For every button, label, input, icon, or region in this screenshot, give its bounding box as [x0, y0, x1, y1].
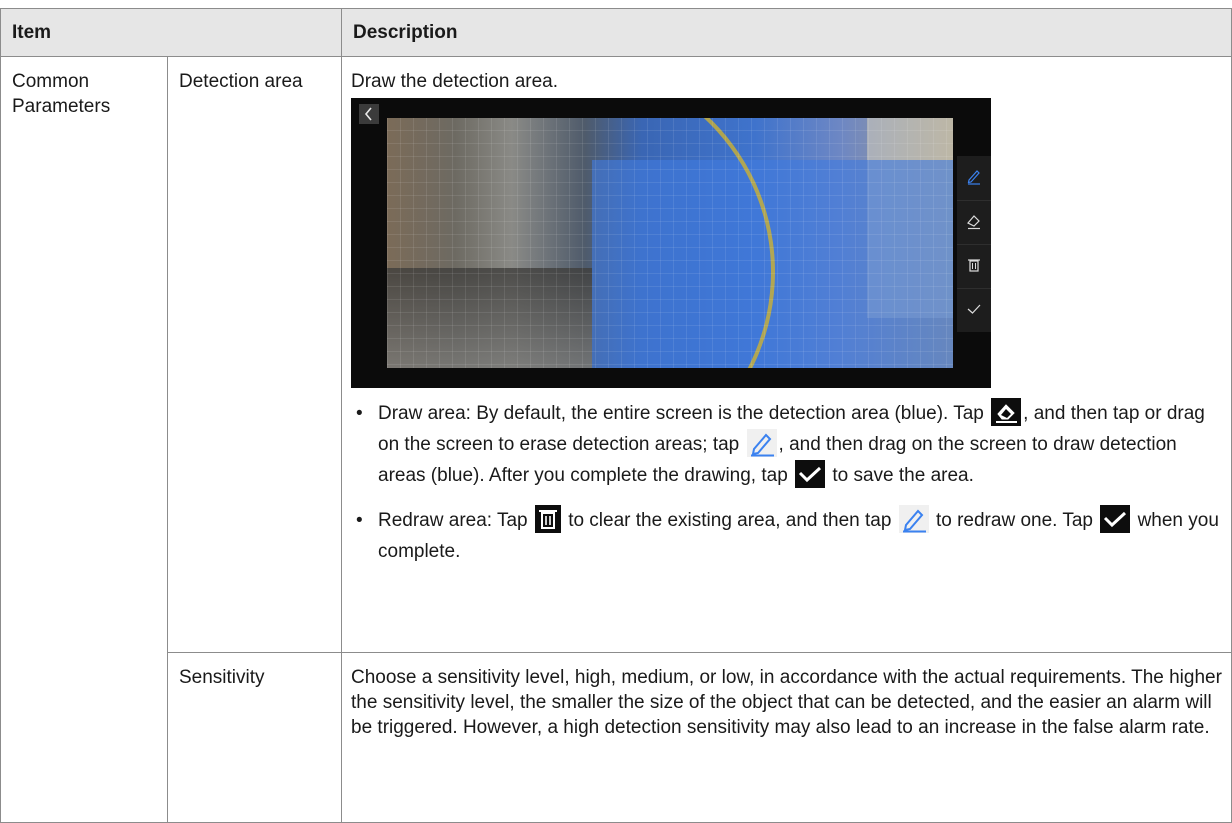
sub-item-cell: Sensitivity	[167, 652, 342, 823]
sub-item-cell: Detection area	[167, 56, 342, 653]
pen-icon	[957, 156, 991, 196]
detection-area-intro: Draw the detection area.	[351, 71, 559, 92]
trash-icon	[534, 505, 561, 533]
detection-area-bullets: • Draw area: By default, the entire scre…	[351, 398, 1223, 567]
detection-area-screenshot	[351, 98, 991, 388]
drawing-toolbar	[957, 156, 991, 332]
sub-item-detection-area: Detection area	[179, 71, 303, 92]
table-row: Sensitivity Choose a sensitivity level, …	[1, 652, 1232, 823]
description-cell: Draw the detection area. • Draw area: By…	[341, 56, 1232, 653]
list-item: • Draw area: By default, the entire scre…	[351, 398, 1223, 491]
sensitivity-description: Choose a sensitivity level, high, medium…	[351, 667, 1222, 738]
description-cell: Choose a sensitivity level, high, medium…	[341, 652, 1232, 823]
list-item: • Redraw area: Tap to clear the existing…	[351, 505, 1223, 567]
trash-icon	[957, 244, 991, 285]
group-cell: Common Parameters	[0, 56, 168, 823]
checkmark-icon	[795, 460, 826, 488]
eraser-icon	[957, 200, 991, 241]
header-item: Item	[0, 8, 342, 57]
header-description: Description	[341, 8, 1232, 57]
eraser-icon	[991, 398, 1022, 426]
parameter-table: Item Description Common Parameters Detec…	[0, 8, 1232, 823]
checkmark-icon	[1100, 505, 1131, 533]
pen-icon	[746, 429, 777, 457]
group-label: Common Parameters	[12, 71, 111, 117]
chevron-left-icon	[359, 104, 379, 124]
pen-icon	[898, 505, 929, 533]
checkmark-icon	[957, 288, 991, 329]
sub-item-sensitivity: Sensitivity	[179, 667, 265, 688]
table-row: Common Parameters Detection area Draw th…	[0, 56, 1232, 823]
table-header-row: Item Description	[0, 8, 1232, 57]
camera-preview	[387, 118, 953, 368]
